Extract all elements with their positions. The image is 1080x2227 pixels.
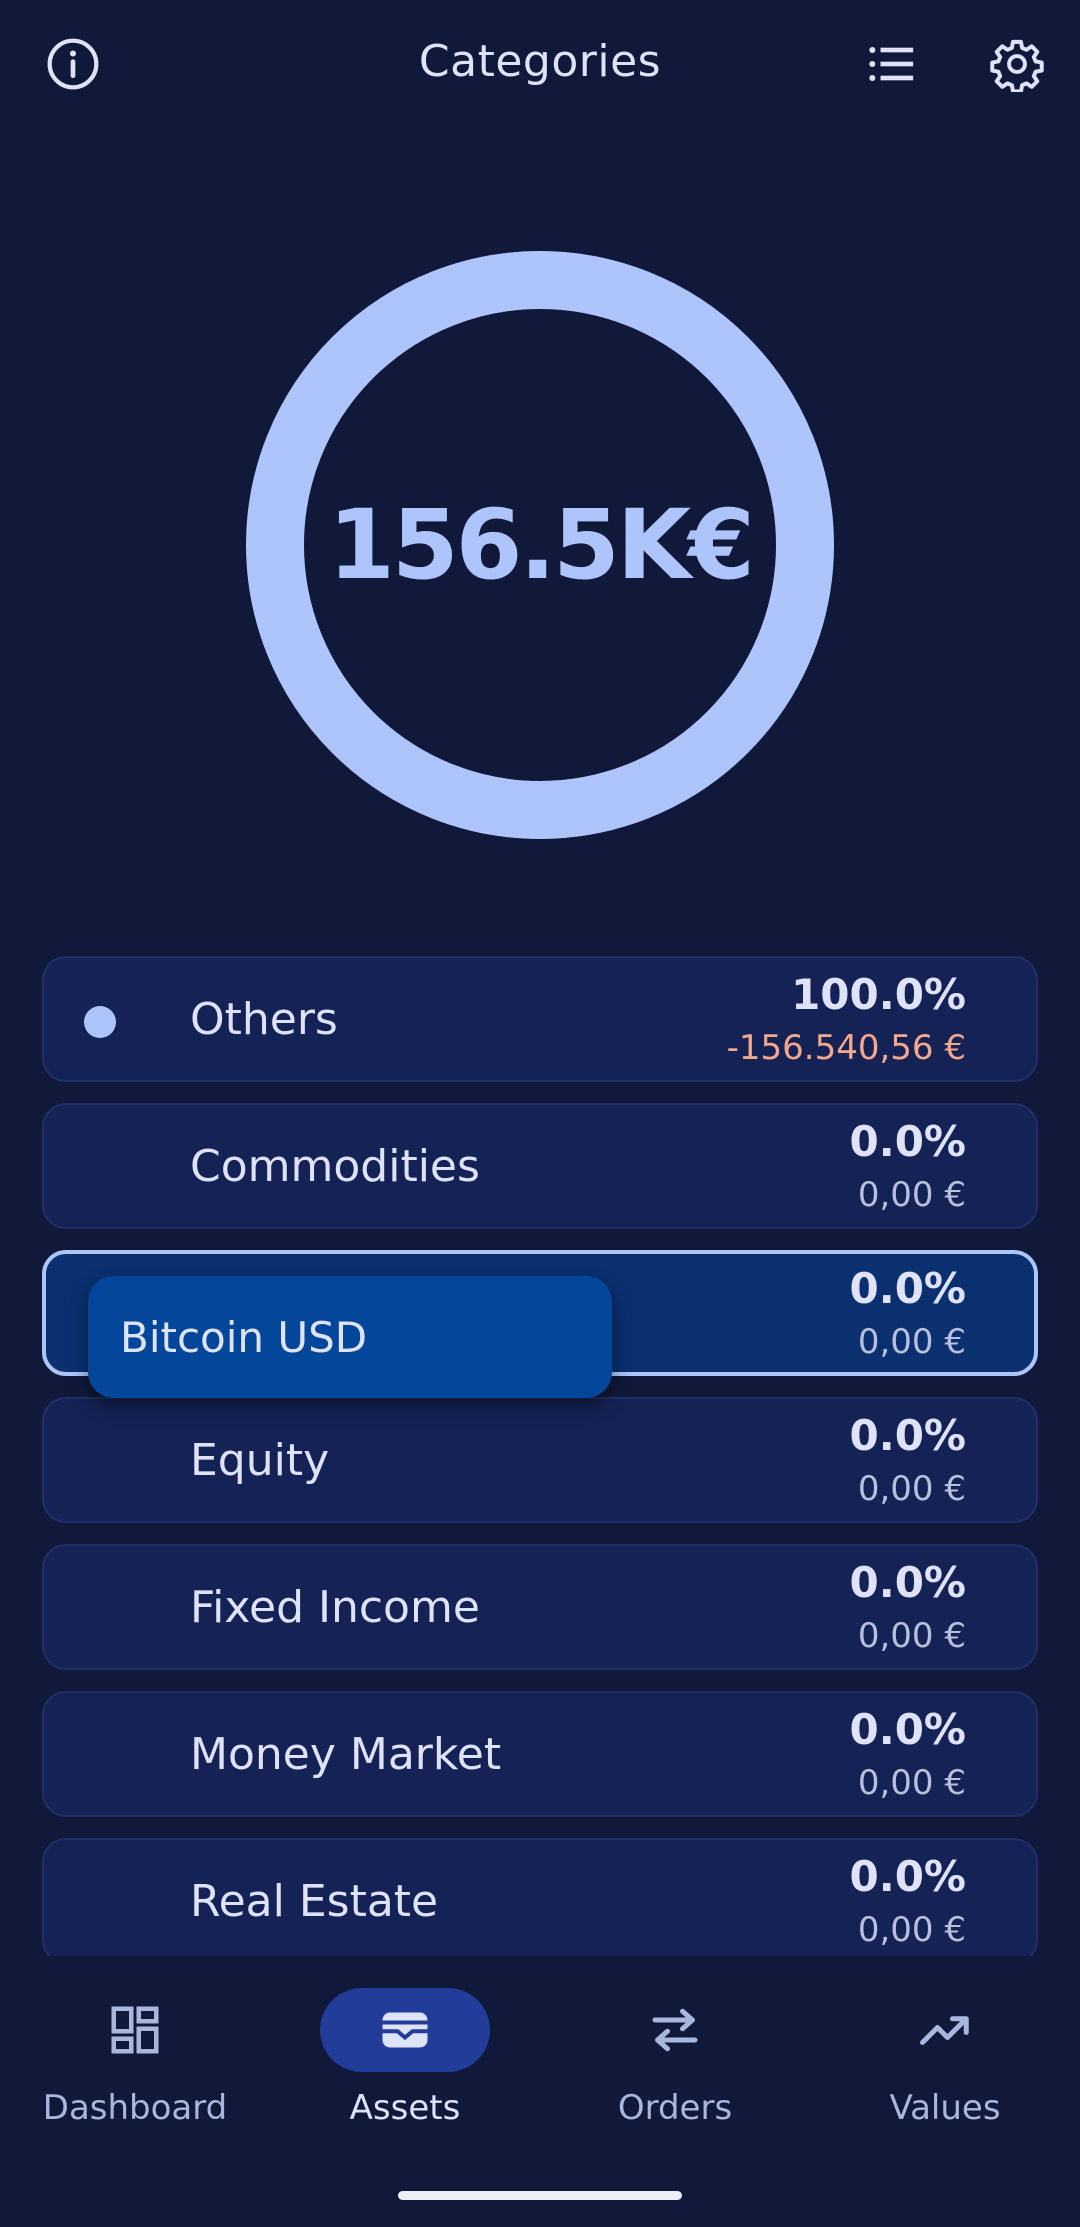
category-row-others[interactable]: Others 100.0% -156.540,56 € [42,956,1038,1082]
nav-orders-label: Orders [617,2088,733,2128]
swap-arrows-icon [652,2008,698,2052]
category-name: Fixed Income [190,1581,480,1633]
category-row-equity[interactable]: Equity 0.0% 0,00 € [42,1397,1038,1523]
list-icon [869,46,914,82]
category-amount: 0,00 € [857,1175,966,1215]
category-amount: 0,00 € [857,1763,966,1803]
category-name: Money Market [190,1728,502,1780]
category-row-money-market[interactable]: Money Market 0.0% 0,00 € [42,1691,1038,1817]
category-percent: 0.0% [849,1852,966,1901]
gear-icon [990,39,1044,92]
category-row-commodities[interactable]: Commodities 0.0% 0,00 € [42,1103,1038,1229]
category-amount: 0,00 € [857,1616,966,1656]
nav-assets[interactable]: Assets [270,1988,540,2148]
category-percent: 0.0% [849,1117,966,1166]
category-name: Others [190,993,338,1045]
nav-orders-indicator [590,1988,760,2072]
home-indicator[interactable] [398,2191,682,2200]
settings-button[interactable] [981,28,1053,100]
nav-values-label: Values [889,2088,1001,2128]
category-row-real-estate[interactable]: Real Estate 0.0% 0,00 € [42,1838,1038,1956]
nav-dashboard-label: Dashboard [42,2088,228,2128]
category-amount: 0,00 € [857,1322,966,1362]
category-percent: 0.0% [849,1705,966,1754]
nav-values-indicator [860,1988,1030,2072]
category-list[interactable]: Others 100.0% -156.540,56 € Commodities … [42,956,1038,1956]
trending-up-icon [920,2016,969,2045]
dashboard-icon [111,2006,159,2054]
top-app-bar: Categories [0,0,1080,130]
nav-dashboard-indicator [50,1988,220,2072]
category-row-fixed-income[interactable]: Fixed Income 0.0% 0,00 € [42,1544,1038,1670]
nav-values[interactable]: Values [810,1988,1080,2148]
asset-tooltip: Bitcoin USD [88,1276,612,1398]
category-name: Real Estate [190,1875,439,1927]
bottom-navigation-bar: Dashboard Assets Orders Values [0,1960,1080,2227]
nav-assets-label: Assets [349,2088,461,2128]
category-percent: 100.0% [791,970,966,1019]
total-value: 156.5K€ [328,489,755,601]
category-name: Equity [190,1434,330,1486]
nav-orders[interactable]: Orders [540,1988,810,2148]
wallet-icon [382,2012,428,2048]
category-amount: 0,00 € [857,1469,966,1509]
category-name: Commodities [190,1140,480,1192]
category-color-dot [84,1006,116,1038]
category-donut-chart[interactable]: 156.5K€ [245,250,835,840]
category-amount: -156.540,56 € [726,1028,966,1068]
nav-dashboard[interactable]: Dashboard [0,1988,270,2148]
category-amount: 0,00 € [857,1910,966,1950]
nav-assets-indicator [320,1988,490,2072]
category-percent: 0.0% [849,1558,966,1607]
category-percent: 0.0% [849,1411,966,1460]
category-percent: 0.0% [849,1264,966,1313]
list-view-button[interactable] [855,28,927,100]
